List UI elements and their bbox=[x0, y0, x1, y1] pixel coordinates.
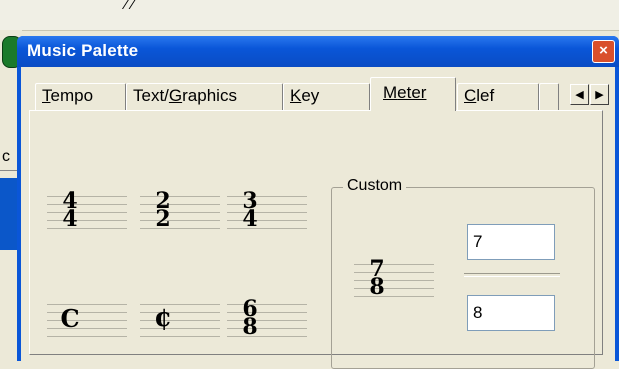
tab-key[interactable]: Key bbox=[283, 83, 370, 110]
common-time-button[interactable]: C bbox=[47, 297, 127, 347]
tab-label: Text/ bbox=[133, 86, 169, 105]
tab-text-graphics[interactable]: Text/Graphics bbox=[126, 83, 283, 110]
meter-3-4-button[interactable]: 3 4 bbox=[227, 189, 307, 239]
window-title: Music Palette bbox=[27, 41, 139, 60]
custom-numerator-input[interactable] bbox=[467, 224, 555, 260]
tab-label: empo bbox=[50, 86, 94, 105]
tab-clef[interactable]: Clef bbox=[457, 83, 539, 110]
meter-6-8-button[interactable]: 6 8 bbox=[227, 297, 307, 347]
tab-label-mnemonic: C bbox=[464, 86, 477, 105]
custom-denominator-input[interactable] bbox=[467, 295, 555, 331]
background-letter: c bbox=[2, 148, 10, 165]
cut-time-button[interactable]: ¢ bbox=[140, 297, 220, 347]
tab-label-mnemonic: K bbox=[290, 86, 302, 105]
staff-line bbox=[47, 336, 127, 337]
tab-label: ey bbox=[301, 86, 320, 105]
meter-denominator: 2 bbox=[155, 206, 171, 232]
meter-4-4-button[interactable]: 4 4 bbox=[47, 189, 127, 239]
custom-meter-preview[interactable]: 7 8 bbox=[354, 257, 434, 307]
meter-denominator: 8 bbox=[369, 274, 385, 300]
background-text: ⁄ ⁄ bbox=[125, 0, 135, 13]
palette-client-area: Tempo Text/Graphics Key Meter Clef ◀ ▶ 4… bbox=[21, 67, 615, 369]
close-icon: × bbox=[599, 42, 608, 59]
common-time-icon: C bbox=[60, 304, 80, 333]
tab-tempo[interactable]: Tempo bbox=[35, 83, 126, 110]
meter-denominator: 4 bbox=[242, 206, 258, 232]
meter-2-2-button[interactable]: 2 2 bbox=[140, 189, 220, 239]
fraction-divider bbox=[464, 273, 560, 277]
tab-scroll-left-button[interactable]: ◀ bbox=[570, 84, 589, 105]
staff-line bbox=[47, 304, 127, 305]
meter-denominator: 8 bbox=[242, 314, 258, 340]
arrow-right-icon: ▶ bbox=[595, 89, 604, 101]
music-palette-window: Music Palette × Tempo Text/Graphics Key … bbox=[17, 36, 619, 369]
tab-label-mnemonic: M bbox=[383, 83, 398, 102]
close-button[interactable]: × bbox=[592, 40, 615, 63]
tab-label: lef bbox=[476, 86, 495, 105]
title-bar[interactable]: Music Palette × bbox=[17, 36, 619, 67]
arrow-left-icon: ◀ bbox=[575, 89, 584, 101]
tab-strip: Tempo Text/Graphics Key Meter Clef ◀ ▶ bbox=[21, 75, 615, 115]
staff-line bbox=[140, 336, 220, 337]
tab-scroll-right-button[interactable]: ▶ bbox=[590, 84, 609, 105]
background-toolbar: ⁄ ⁄ bbox=[0, 0, 619, 31]
tab-label: eter bbox=[397, 83, 427, 102]
tab-label: raphics bbox=[182, 86, 237, 105]
tab-meter[interactable]: Meter bbox=[370, 77, 456, 111]
custom-group-label: Custom bbox=[343, 177, 407, 195]
cut-time-icon: ¢ bbox=[153, 303, 173, 333]
tab-label-mnemonic: G bbox=[168, 86, 183, 105]
meter-denominator: 4 bbox=[62, 206, 78, 232]
tab-label-mnemonic: T bbox=[42, 86, 51, 105]
tab-partial[interactable] bbox=[539, 83, 559, 110]
